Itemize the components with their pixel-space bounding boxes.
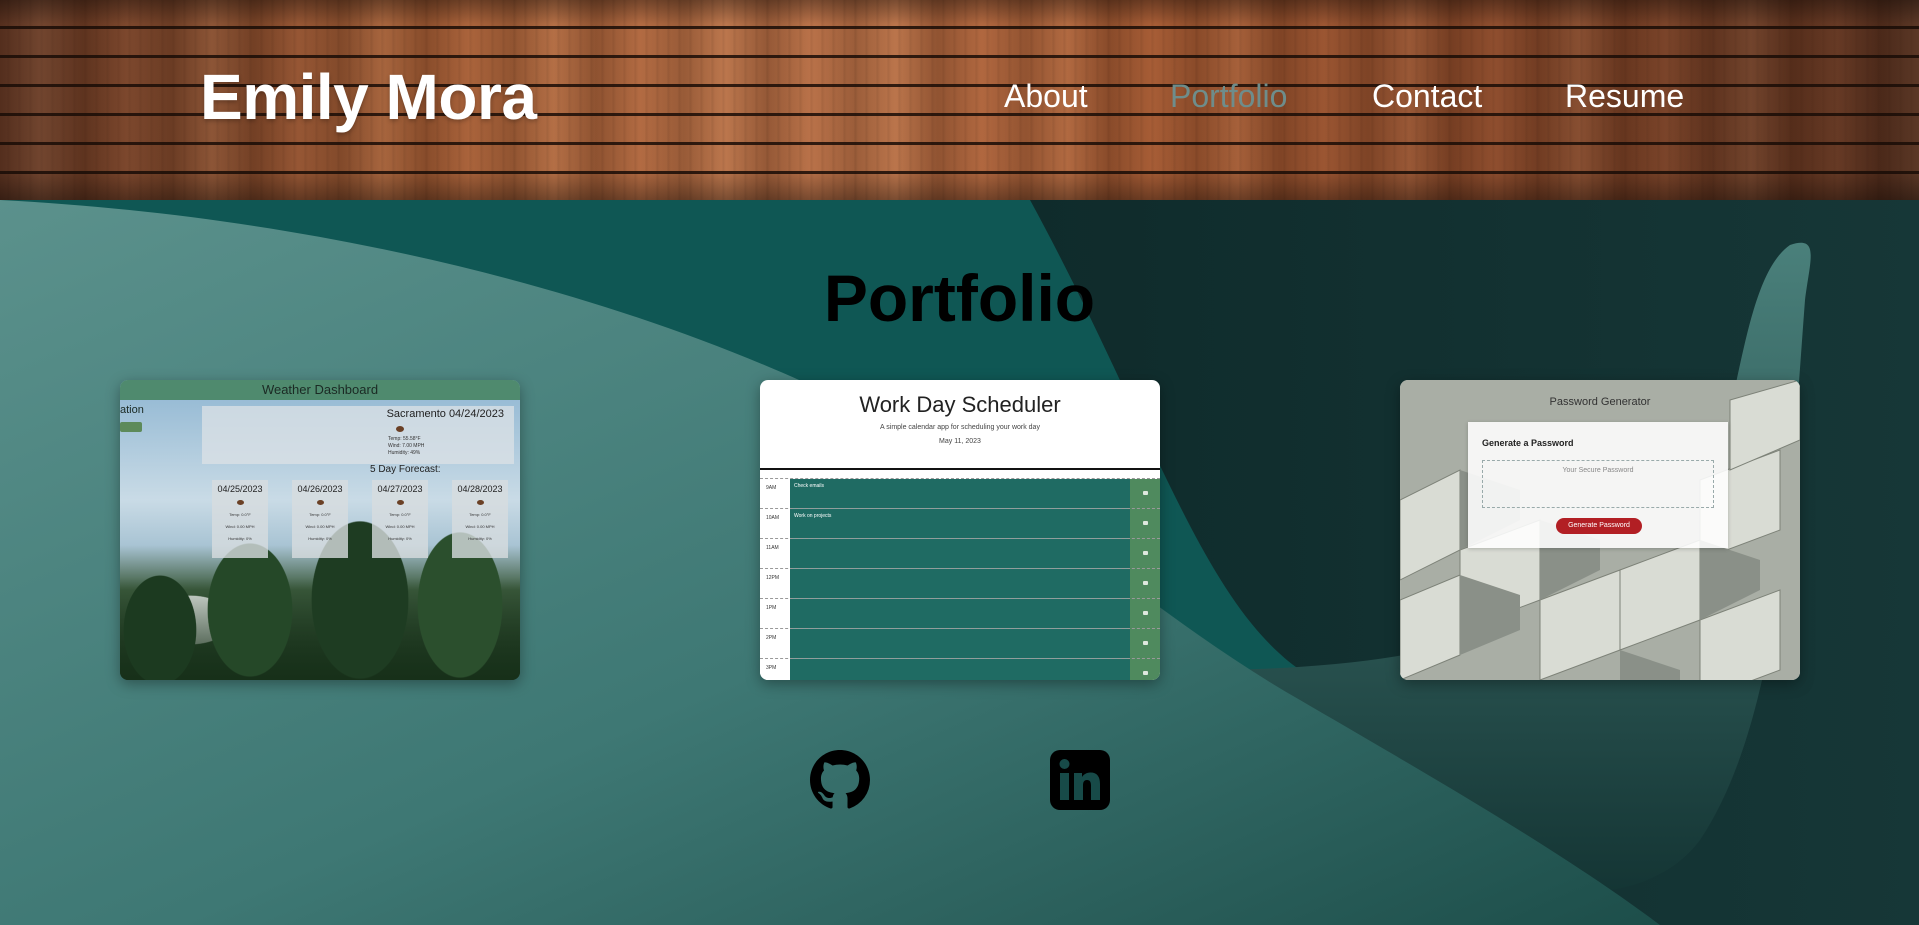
password-output: Your Secure Password xyxy=(1482,460,1714,508)
scheduler-text: Work on projects xyxy=(790,509,1130,539)
scheduler-hour: 11AM xyxy=(760,539,790,569)
forecast-line: Temp: 0.0°F xyxy=(229,512,251,517)
password-placeholder: Your Secure Password xyxy=(1562,467,1634,474)
weather-search-button xyxy=(120,422,142,432)
lock-icon xyxy=(1143,491,1148,495)
site-header: Emily Mora About Portfolio Contact Resum… xyxy=(0,0,1919,200)
save-button xyxy=(1130,539,1160,569)
lock-icon xyxy=(1143,641,1148,645)
portfolio-section: Portfolio Weather Dashboard ation Sacram… xyxy=(0,200,1919,925)
password-panel: Generate a Password Your Secure Password… xyxy=(1468,422,1728,548)
scheduler-row: 2PM xyxy=(760,628,1160,659)
weather-city-date: Sacramento 04/24/2023 xyxy=(386,408,504,420)
linkedin-link[interactable] xyxy=(1050,750,1110,810)
forecast-day: 04/28/2023 Temp: 0.0°F Wind: 0.00 MPH Hu… xyxy=(452,480,508,558)
weather-humidity: Humidity: 49% xyxy=(388,450,421,456)
lock-icon xyxy=(1143,671,1148,675)
lock-icon xyxy=(1143,581,1148,585)
scheduler-row: 9AM Check emails xyxy=(760,478,1160,509)
scheduler-row: 11AM xyxy=(760,538,1160,569)
weather-icon xyxy=(476,500,484,505)
weather-icon xyxy=(396,500,404,505)
password-heading: Generate a Password xyxy=(1482,438,1574,448)
forecast-line: Humidity: 0% xyxy=(388,536,412,541)
project-card-work-day-scheduler[interactable]: Work Day Scheduler A simple calendar app… xyxy=(760,380,1160,680)
scheduler-text: Check emails xyxy=(790,479,1130,509)
forecast-line: Humidity: 0% xyxy=(308,536,332,541)
forecast-line: Wind: 0.00 MPH xyxy=(225,524,255,529)
nav-about[interactable]: About xyxy=(1004,78,1088,115)
lock-icon xyxy=(1143,611,1148,615)
forecast-line: Wind: 0.00 MPH xyxy=(465,524,495,529)
site-brand[interactable]: Emily Mora xyxy=(200,60,537,134)
generate-password-button: Generate Password xyxy=(1556,518,1642,534)
linkedin-icon xyxy=(1050,750,1110,810)
scheduler-row: 1PM xyxy=(760,598,1160,629)
scheduler-text xyxy=(790,539,1130,569)
weather-header: Weather Dashboard xyxy=(120,380,520,400)
scheduler-text xyxy=(790,659,1130,680)
scheduler-text xyxy=(790,569,1130,599)
scheduler-date: May 11, 2023 xyxy=(939,438,981,445)
scheduler-hour: 3PM xyxy=(760,659,790,680)
save-button xyxy=(1130,629,1160,659)
lock-icon xyxy=(1143,551,1148,555)
scheduler-hour: 12PM xyxy=(760,569,790,599)
github-link[interactable] xyxy=(810,750,870,810)
scheduler-hour: 1PM xyxy=(760,599,790,629)
weather-current-lines: Temp: 55.58°F Wind: 7.00 MPH Humidity: 4… xyxy=(388,436,424,457)
lock-icon xyxy=(1143,521,1148,525)
weather-wind: Wind: 7.00 MPH xyxy=(388,443,425,449)
scheduler-hour: 2PM xyxy=(760,629,790,659)
forecast-day: 04/27/2023 Temp: 0.0°F Wind: 0.00 MPH Hu… xyxy=(372,480,428,558)
weather-temp: Temp: 55.58°F xyxy=(388,436,421,442)
save-button xyxy=(1130,659,1160,680)
forecast-date: 04/25/2023 xyxy=(217,484,263,494)
nav-portfolio[interactable]: Portfolio xyxy=(1170,78,1287,115)
scheduler-subtitle: A simple calendar app for scheduling you… xyxy=(880,424,1040,431)
save-button xyxy=(1130,509,1160,539)
save-button xyxy=(1130,599,1160,629)
project-card-password-generator[interactable]: Password Generator Generate a Password Y… xyxy=(1400,380,1800,680)
weather-current-panel: Sacramento 04/24/2023 Temp: 55.58°F Wind… xyxy=(202,406,514,464)
forecast-date: 04/27/2023 xyxy=(377,484,423,494)
scheduler-hour: 9AM xyxy=(760,479,790,509)
forecast-day: 04/26/2023 Temp: 0.0°F Wind: 0.00 MPH Hu… xyxy=(292,480,348,558)
github-icon xyxy=(810,750,870,809)
weather-icon xyxy=(236,500,244,505)
scheduler-row: 12PM xyxy=(760,568,1160,599)
scheduler-row: 3PM xyxy=(760,658,1160,680)
weather-forecast-title: 5 Day Forecast: xyxy=(370,464,441,475)
forecast-line: Wind: 0.00 MPH xyxy=(385,524,415,529)
save-button xyxy=(1130,479,1160,509)
weather-icon xyxy=(316,500,324,505)
forecast-day: 04/25/2023 Temp: 0.0°F Wind: 0.00 MPH Hu… xyxy=(212,480,268,558)
password-title: Password Generator xyxy=(1549,396,1651,408)
forecast-date: 04/26/2023 xyxy=(297,484,343,494)
forecast-line: Humidity: 0% xyxy=(468,536,492,541)
scheduler-text xyxy=(790,629,1130,659)
scheduler-row: 10AM Work on projects xyxy=(760,508,1160,539)
forecast-line: Wind: 0.00 MPH xyxy=(305,524,335,529)
scheduler-text xyxy=(790,599,1130,629)
forecast-date: 04/28/2023 xyxy=(457,484,503,494)
nav-resume[interactable]: Resume xyxy=(1565,78,1684,115)
scheduler-divider xyxy=(760,468,1160,470)
forecast-line: Humidity: 0% xyxy=(228,536,252,541)
weather-cloud-icon xyxy=(396,426,404,432)
project-card-weather-dashboard[interactable]: Weather Dashboard ation Sacramento 04/24… xyxy=(120,380,520,680)
scheduler-title: Work Day Scheduler xyxy=(859,392,1061,417)
forecast-line: Temp: 0.0°F xyxy=(309,512,331,517)
nav-contact[interactable]: Contact xyxy=(1372,78,1482,115)
save-button xyxy=(1130,569,1160,599)
weather-side-label: ation xyxy=(120,404,144,416)
scheduler-hour: 10AM xyxy=(760,509,790,539)
section-title: Portfolio xyxy=(823,261,1096,335)
forecast-line: Temp: 0.0°F xyxy=(469,512,491,517)
forecast-line: Temp: 0.0°F xyxy=(389,512,411,517)
scheduler-rows: 9AM Check emails 10AM Work on projects 1… xyxy=(760,478,1160,680)
